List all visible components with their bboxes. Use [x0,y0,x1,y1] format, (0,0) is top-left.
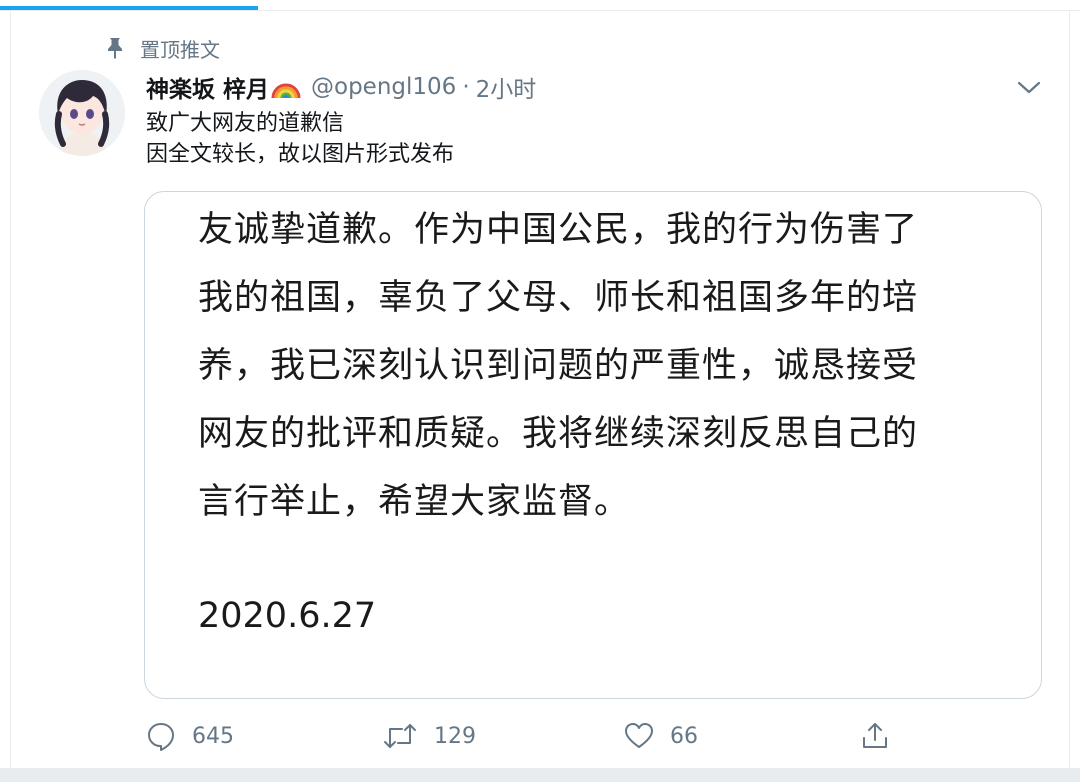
like-button[interactable]: 66 [624,716,698,756]
tweet-actions: 645 129 66 [146,716,906,756]
image-text-line: 友诚挚道歉。作为中国公民，我的行为伤害了 [198,210,919,250]
pinned-tweet-label: 置顶推文 [104,36,220,62]
tweet-text: 致广大网友的道歉信 因全文较长，故以图片形式发布 [146,108,454,170]
share-icon [863,723,887,748]
retweet-count: 129 [434,723,476,749]
reply-icon [148,723,174,751]
reply-button[interactable]: 645 [146,716,234,756]
share-button[interactable] [860,716,890,756]
retweet-icon [384,724,416,748]
image-text-line: 我的祖国，辜负了父母、师长和祖国多年的培 [198,278,919,318]
heart-icon [625,723,653,748]
retweet-button[interactable]: 129 [382,716,476,756]
tweet-header: 神楽坂 梓月 @opengl106 · 2小时 [146,70,536,104]
reply-count: 645 [192,723,234,749]
tweet-text-line: 致广大网友的道歉信 [146,111,345,136]
image-text-line: 言行举止，希望大家监督。 [198,482,631,522]
tweet-text-line: 因全文较长，故以图片形式发布 [146,142,455,167]
image-date: 2020.6.27 [198,596,377,636]
image-text-line: 养，我已深刻认识到问题的严重性，诚恳接受 [198,346,919,386]
like-count: 66 [670,723,698,749]
tweet-image[interactable]: 友诚挚道歉。作为中国公民，我的行为伤害了 我的祖国，辜负了父母、师长和祖国多年的… [144,191,1042,699]
image-text-line: 网友的批评和质疑。我将继续深刻反思自己的 [198,414,919,454]
rainbow-icon [271,72,301,102]
timestamp[interactable]: 2小时 [476,70,537,104]
image-text: 友诚挚道歉。作为中国公民，我的行为伤害了 我的祖国，辜负了父母、师长和祖国多年的… [198,196,918,536]
separator-dot: · [462,74,470,100]
chevron-down-icon[interactable] [1014,76,1044,100]
user-handle[interactable]: @opengl106 [311,74,456,100]
display-name[interactable]: 神楽坂 梓月 [146,70,269,104]
pinned-text: 置顶推文 [140,37,220,62]
avatar[interactable] [39,70,125,156]
top-tab-bar [0,0,1080,10]
pin-icon [104,36,126,60]
bottom-divider [0,768,1080,782]
